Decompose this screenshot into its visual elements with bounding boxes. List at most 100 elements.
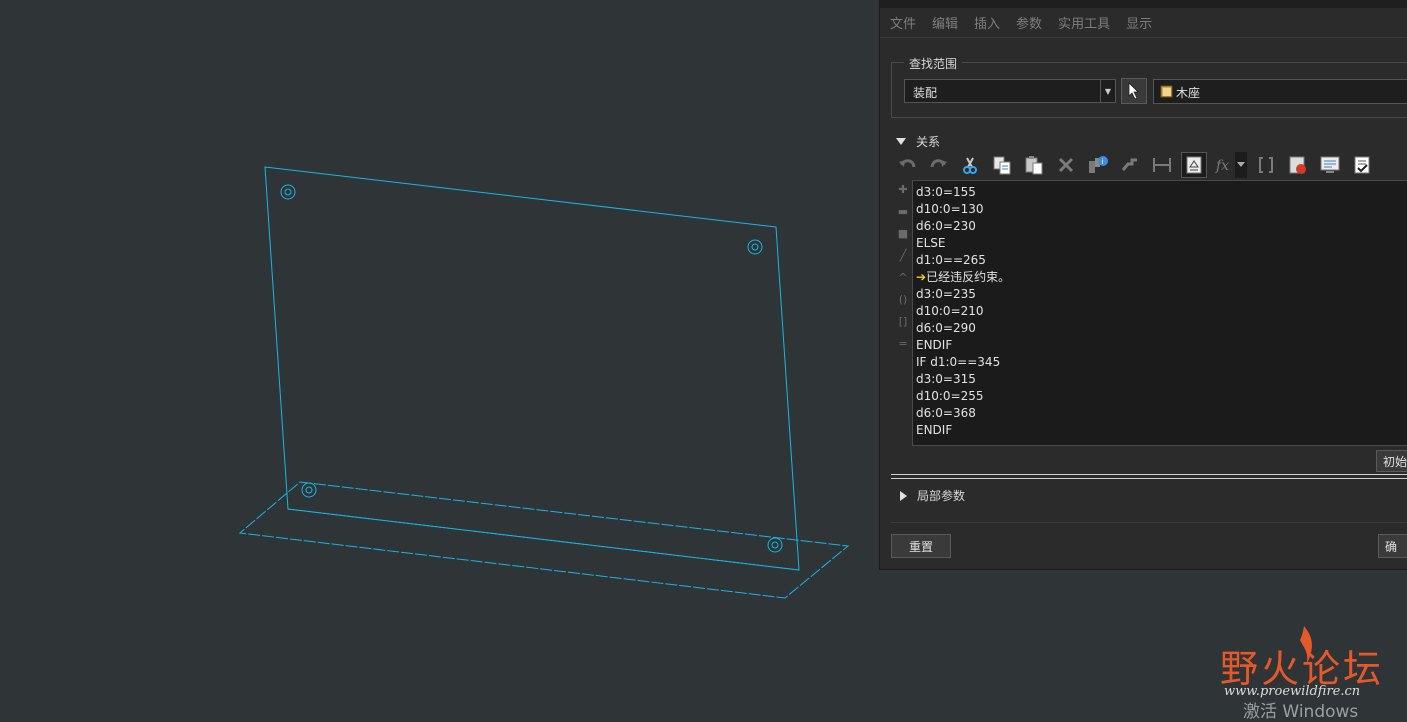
search-scope-label: 查找范围 <box>904 55 963 72</box>
ok-button[interactable]: 确 <box>1378 534 1407 558</box>
relation-line[interactable]: d1:0==265 <box>916 252 1010 269</box>
relations-editor[interactable]: d3:0=155 d10:0=130 d6:0=230 ELSE d1:0==2… <box>912 180 1407 446</box>
menu-file[interactable]: 文件 <box>890 13 916 32</box>
model-name-field[interactable]: 木座 <box>1153 79 1407 104</box>
plus-icon[interactable]: ✚ <box>896 182 910 196</box>
relations-section-label: 关系 <box>916 135 941 149</box>
relations-dialog: 文件 编辑 插入 参数 实用工具 显示 查找范围 装配 ▼ 木座 关系 i fx… <box>879 0 1407 570</box>
hole-2 <box>747 239 763 255</box>
relation-line[interactable]: ELSE <box>916 235 1010 252</box>
brackets-icon <box>1259 157 1273 173</box>
caret-icon[interactable]: ^ <box>896 270 910 284</box>
scope-type-select[interactable]: 装配 ▼ <box>904 79 1116 103</box>
undo-button[interactable] <box>895 152 921 178</box>
divider <box>891 522 1407 523</box>
warning-message: 已经违反约束。 <box>926 270 1011 284</box>
menu-insert[interactable]: 插入 <box>974 13 1000 32</box>
svg-text:fx: fx <box>1215 158 1229 174</box>
menu-parameters[interactable]: 参数 <box>1016 13 1042 32</box>
undo-icon <box>899 159 916 168</box>
relation-line[interactable]: d10:0=130 <box>916 201 1010 218</box>
collapse-triangle-icon <box>896 138 906 145</box>
brackets-button[interactable] <box>1253 152 1279 178</box>
check-relations-button[interactable] <box>1349 152 1375 178</box>
hole-1 <box>280 184 296 200</box>
relation-line[interactable]: d10:0=210 <box>916 303 1010 320</box>
chevron-down-icon[interactable]: ▼ <box>1100 80 1115 102</box>
relation-line[interactable]: ENDIF <box>916 422 1010 439</box>
forum-watermark: 野火论坛 www.proewildfire.cn <box>1218 624 1398 700</box>
relation-line[interactable]: ENDIF <box>916 337 1010 354</box>
dimension-button[interactable] <box>1149 152 1175 178</box>
paste-icon <box>1025 156 1043 175</box>
delete-x-icon <box>1058 157 1074 173</box>
relation-line[interactable]: IF d1:0==345 <box>916 354 1010 371</box>
verify-button[interactable] <box>1285 152 1311 178</box>
redo-button[interactable] <box>925 152 951 178</box>
relation-line[interactable]: d6:0=230 <box>916 218 1010 235</box>
reset-button[interactable]: 重置 <box>891 534 951 558</box>
dialog-title-strip <box>880 0 1407 8</box>
dimension-icon <box>1153 158 1171 172</box>
local-params-section-header[interactable]: 局部参数 <box>896 487 965 504</box>
brackets-small-icon[interactable]: [] <box>896 314 910 328</box>
copy-button[interactable] <box>989 152 1015 178</box>
monitor-icon <box>1320 156 1340 173</box>
hole-4 <box>767 537 783 553</box>
dialog-menubar: 文件 编辑 插入 参数 实用工具 显示 <box>880 8 1407 38</box>
cursor-arrow-icon <box>1128 82 1139 100</box>
menu-utilities[interactable]: 实用工具 <box>1058 13 1110 32</box>
parentheses-icon[interactable]: () <box>896 292 910 306</box>
model-name: 木座 <box>1176 86 1201 100</box>
relations-toolbar: i fx <box>895 152 1395 178</box>
local-params-label: 局部参数 <box>917 489 966 503</box>
expand-triangle-icon <box>900 490 907 501</box>
redo-icon <box>930 159 947 168</box>
minus-icon[interactable]: ▬ <box>896 204 910 218</box>
evaluate-button[interactable] <box>1117 152 1143 178</box>
chevron-down-icon <box>1237 162 1245 167</box>
initial-button[interactable]: 初始 <box>1376 450 1407 472</box>
scissors-icon <box>963 157 977 174</box>
delete-button[interactable] <box>1053 152 1079 178</box>
svg-text:i: i <box>1102 158 1104 166</box>
fx-icon: fx <box>1215 158 1229 174</box>
part-icon <box>1160 85 1173 98</box>
base-edge <box>287 508 800 571</box>
relation-line[interactable]: d3:0=155 <box>916 184 1010 201</box>
copy-icon <box>993 156 1011 175</box>
info-icon: i <box>1089 156 1108 173</box>
multiply-icon[interactable]: ■ <box>896 226 910 240</box>
activate-windows-text: 激活 Windows <box>1243 702 1359 722</box>
scope-type-value: 装配 <box>913 86 938 100</box>
model-wireframe[interactable] <box>0 0 880 709</box>
equals-icon[interactable]: = <box>896 336 910 350</box>
relation-line[interactable]: d3:0=235 <box>916 286 1010 303</box>
cut-button[interactable] <box>957 152 983 178</box>
show-dimensions-button[interactable] <box>1317 152 1343 178</box>
relation-line[interactable]: d3:0=315 <box>916 371 1010 388</box>
relation-line[interactable]: d6:0=290 <box>916 320 1010 337</box>
warning-arrow-icon: ➔ <box>916 270 927 284</box>
relation-line[interactable]: d6:0=368 <box>916 405 1010 422</box>
divider <box>891 478 1407 479</box>
relations-section-header[interactable]: 关系 <box>896 133 940 150</box>
hole-3 <box>301 482 317 498</box>
menu-edit[interactable]: 编辑 <box>932 13 958 32</box>
relations-lines: d3:0=155 d10:0=130 d6:0=230 ELSE d1:0==2… <box>916 184 1010 439</box>
calculator-icon <box>1289 156 1306 174</box>
sort-relations-button[interactable] <box>1181 152 1207 178</box>
graphics-viewport[interactable] <box>0 0 880 709</box>
menu-display[interactable]: 显示 <box>1126 13 1152 32</box>
evaluate-icon <box>1121 158 1137 171</box>
select-model-button[interactable] <box>1121 78 1147 104</box>
info-button[interactable]: i <box>1085 152 1111 178</box>
function-dropdown[interactable] <box>1235 152 1247 178</box>
paste-button[interactable] <box>1021 152 1047 178</box>
divider <box>891 474 1407 475</box>
divide-icon[interactable]: ╱ <box>896 248 910 262</box>
relation-line[interactable]: d10:0=255 <box>916 388 1010 405</box>
relation-warning-line[interactable]: ➔已经违反约束。 <box>916 269 1010 286</box>
checklist-icon <box>1354 156 1370 174</box>
relation-doc-icon <box>1186 156 1202 174</box>
